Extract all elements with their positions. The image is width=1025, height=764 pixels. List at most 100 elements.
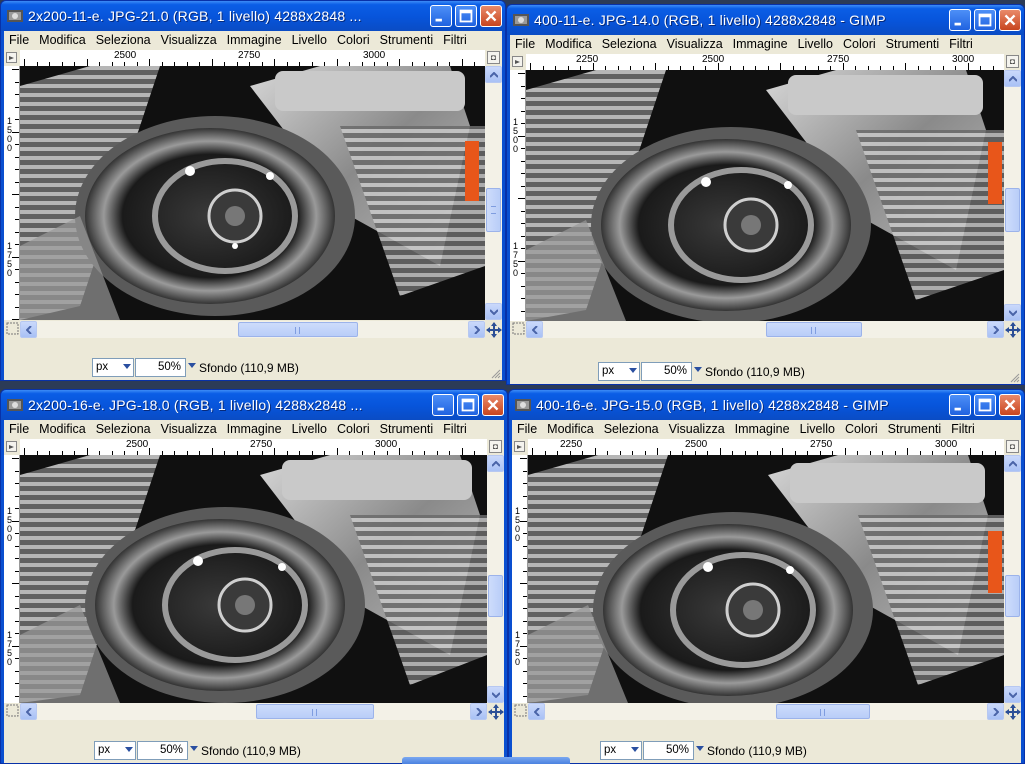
- zoom-dropdown-icon[interactable]: [696, 746, 704, 751]
- image-canvas[interactable]: [528, 455, 1004, 703]
- menu-filtri[interactable]: Filtri: [438, 420, 472, 436]
- navigate-icon[interactable]: ◘: [1006, 55, 1019, 68]
- menu-file[interactable]: File: [4, 420, 34, 436]
- menu-modifica[interactable]: Modifica: [540, 35, 597, 51]
- vertical-scroll-thumb[interactable]: [1005, 575, 1020, 617]
- scroll-left-button[interactable]: [526, 321, 543, 338]
- maximize-button[interactable]: [457, 394, 479, 416]
- maximize-button[interactable]: [455, 5, 477, 27]
- menu-livello[interactable]: Livello: [287, 31, 332, 47]
- horizontal-scrollbar[interactable]: [20, 703, 487, 720]
- close-button[interactable]: [999, 394, 1021, 416]
- horizontal-scrollbar[interactable]: [528, 703, 1004, 720]
- resize-grip-icon[interactable]: [490, 368, 501, 379]
- menu-visualizza[interactable]: Visualizza: [662, 35, 728, 51]
- menu-filtri[interactable]: Filtri: [438, 31, 472, 47]
- horizontal-ruler[interactable]: 2250 2500 2750 3000: [528, 439, 1004, 456]
- window-titlebar[interactable]: 2x200-16-e. JPG-18.0 (RGB, 1 livello) 42…: [1, 390, 507, 420]
- zoom-dropdown-icon[interactable]: [190, 746, 198, 751]
- zoom-dropdown-icon[interactable]: [694, 367, 702, 372]
- navigation-cross-icon[interactable]: [1005, 322, 1021, 338]
- vertical-scroll-thumb[interactable]: [486, 188, 501, 232]
- scroll-left-button[interactable]: [20, 703, 37, 720]
- image-menu-button[interactable]: [514, 441, 525, 452]
- zoom-field[interactable]: 50%: [135, 358, 186, 377]
- navigate-icon[interactable]: ◘: [489, 440, 502, 453]
- close-button[interactable]: [480, 5, 502, 27]
- menu-visualizza[interactable]: Visualizza: [156, 420, 222, 436]
- horizontal-scroll-thumb[interactable]: [256, 704, 374, 719]
- scroll-up-button[interactable]: [485, 66, 502, 83]
- vertical-ruler[interactable]: 1500 1750: [4, 66, 20, 320]
- vertical-scrollbar[interactable]: [485, 66, 502, 320]
- menu-file[interactable]: File: [510, 35, 540, 51]
- window-titlebar[interactable]: 2x200-11-e. JPG-21.0 (RGB, 1 livello) 42…: [1, 1, 505, 31]
- close-button[interactable]: [482, 394, 504, 416]
- scroll-down-button[interactable]: [487, 686, 504, 703]
- image-menu-button[interactable]: [6, 52, 17, 63]
- menu-filtri[interactable]: Filtri: [944, 35, 978, 51]
- horizontal-scrollbar[interactable]: [20, 321, 485, 338]
- menu-file[interactable]: File: [4, 31, 34, 47]
- image-menu-button[interactable]: [512, 56, 523, 67]
- scroll-right-button[interactable]: [987, 703, 1004, 720]
- horizontal-scroll-thumb[interactable]: [776, 704, 870, 719]
- menu-strumenti[interactable]: Strumenti: [375, 31, 439, 47]
- vertical-scroll-thumb[interactable]: [488, 575, 503, 617]
- image-canvas[interactable]: [526, 70, 1004, 321]
- menu-immagine[interactable]: Immagine: [730, 420, 795, 436]
- navigation-cross-icon[interactable]: [1005, 704, 1021, 720]
- horizontal-ruler[interactable]: 2250 2500 2750 3000: [526, 54, 1004, 71]
- horizontal-ruler[interactable]: 2500 2750 3000: [20, 439, 487, 456]
- scroll-up-button[interactable]: [487, 455, 504, 472]
- menu-seleziona[interactable]: Seleziona: [91, 31, 156, 47]
- menu-seleziona[interactable]: Seleziona: [91, 420, 156, 436]
- resize-grip-icon[interactable]: [1009, 372, 1020, 383]
- navigation-cross-icon[interactable]: [488, 704, 504, 720]
- unit-selector[interactable]: px: [598, 362, 640, 381]
- unit-selector[interactable]: px: [600, 741, 642, 760]
- minimize-button[interactable]: [432, 394, 454, 416]
- scroll-right-button[interactable]: [470, 703, 487, 720]
- horizontal-scroll-thumb[interactable]: [766, 322, 862, 337]
- menu-colori[interactable]: Colori: [332, 420, 375, 436]
- menu-filtri[interactable]: Filtri: [946, 420, 980, 436]
- vertical-ruler[interactable]: 1500 1750: [4, 455, 20, 703]
- horizontal-scrollbar[interactable]: [526, 321, 1004, 338]
- menu-file[interactable]: File: [512, 420, 542, 436]
- quick-mask-icon[interactable]: [512, 322, 525, 335]
- scroll-down-button[interactable]: [1004, 686, 1021, 703]
- menu-strumenti[interactable]: Strumenti: [375, 420, 439, 436]
- navigate-icon[interactable]: ◘: [487, 51, 500, 64]
- menu-seleziona[interactable]: Seleziona: [599, 420, 664, 436]
- menu-modifica[interactable]: Modifica: [34, 420, 91, 436]
- menu-colori[interactable]: Colori: [332, 31, 375, 47]
- taskbar-button-fragment[interactable]: [402, 757, 570, 764]
- scroll-right-button[interactable]: [468, 321, 485, 338]
- image-menu-button[interactable]: [6, 441, 17, 452]
- vertical-ruler[interactable]: 1500 1750: [510, 70, 526, 321]
- menu-strumenti[interactable]: Strumenti: [881, 35, 945, 51]
- scroll-left-button[interactable]: [528, 703, 545, 720]
- menu-visualizza[interactable]: Visualizza: [664, 420, 730, 436]
- quick-mask-icon[interactable]: [6, 704, 19, 717]
- minimize-button[interactable]: [949, 9, 971, 31]
- menu-colori[interactable]: Colori: [840, 420, 883, 436]
- image-canvas[interactable]: [20, 66, 485, 320]
- close-button[interactable]: [999, 9, 1021, 31]
- zoom-dropdown-icon[interactable]: [188, 363, 196, 368]
- scroll-left-button[interactable]: [20, 321, 37, 338]
- menu-colori[interactable]: Colori: [838, 35, 881, 51]
- unit-selector[interactable]: px: [92, 358, 134, 377]
- navigation-cross-icon[interactable]: [486, 322, 502, 338]
- vertical-scrollbar[interactable]: [487, 455, 504, 703]
- zoom-field[interactable]: 50%: [137, 741, 188, 760]
- quick-mask-icon[interactable]: [6, 322, 19, 335]
- menu-modifica[interactable]: Modifica: [34, 31, 91, 47]
- vertical-ruler[interactable]: 1500 1750: [512, 455, 528, 703]
- quick-mask-icon[interactable]: [514, 704, 527, 717]
- maximize-button[interactable]: [974, 394, 996, 416]
- menu-seleziona[interactable]: Seleziona: [597, 35, 662, 51]
- window-titlebar[interactable]: 400-16-e. JPG-15.0 (RGB, 1 livello) 4288…: [509, 390, 1024, 420]
- menu-strumenti[interactable]: Strumenti: [883, 420, 947, 436]
